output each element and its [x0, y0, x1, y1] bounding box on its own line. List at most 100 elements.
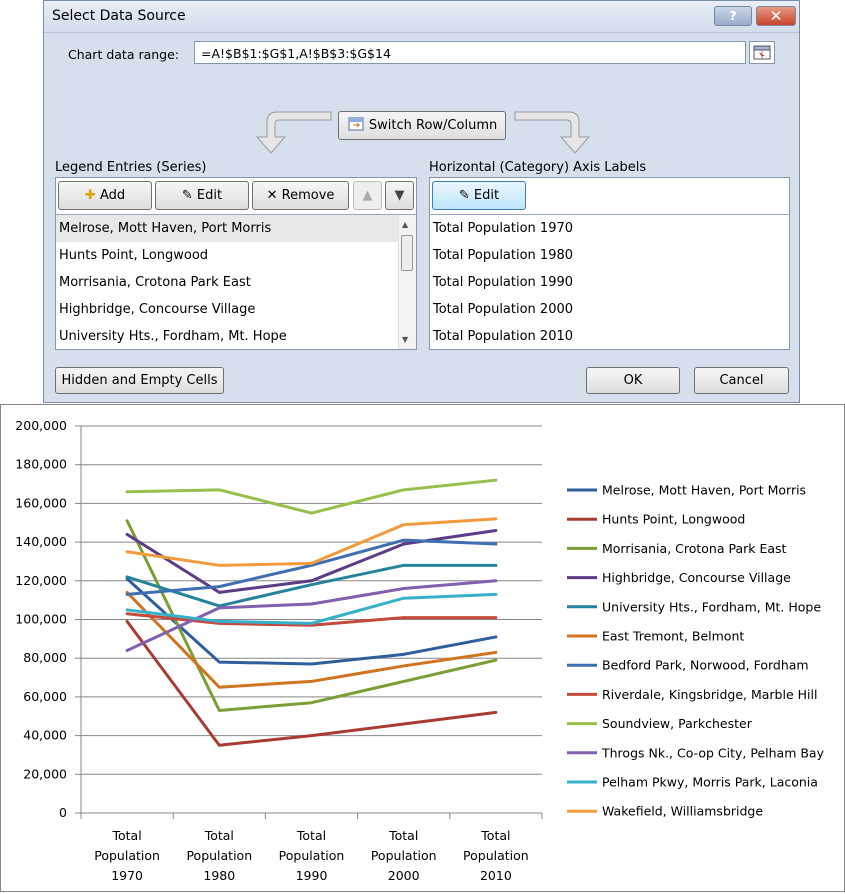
series-list-item[interactable]: Hunts Point, Longwood: [56, 242, 416, 269]
remove-series-button[interactable]: ✕ Remove: [252, 181, 349, 210]
legend-entry: University Hts., Fordham, Mt. Hope: [602, 599, 821, 614]
edit-series-label: Edit: [196, 188, 223, 203]
series-list-item[interactable]: Melrose, Mott Haven, Port Morris: [56, 215, 416, 242]
x-tick-label: 1970: [111, 868, 143, 883]
legend-entry: Hunts Point, Longwood: [602, 512, 745, 527]
move-down-button[interactable]: ▼: [385, 181, 414, 210]
cancel-button[interactable]: Cancel: [694, 367, 789, 394]
x-tick-label: Total: [111, 828, 141, 843]
series-list: Melrose, Mott Haven, Port Morris Hunts Po…: [56, 215, 416, 349]
x-tick-label: Total: [388, 828, 418, 843]
legend-entry: Bedford Park, Norwood, Fordham: [602, 658, 809, 673]
series-list-item[interactable]: Morrisania, Crotona Park East: [56, 269, 416, 296]
remove-icon: ✕: [266, 188, 278, 203]
legend-entries-label: Legend Entries (Series): [55, 160, 207, 175]
x-tick-label: Total: [480, 828, 510, 843]
legend-entry: Melrose, Mott Haven, Port Morris: [602, 483, 806, 498]
category-list: Total Population 1970 Total Population 19…: [430, 215, 789, 349]
chart-data-range-input[interactable]: =A!$B$1:$G$1,A!$B$3:$G$14: [194, 41, 746, 64]
chart-svg: 0 20,000 40,000 60,000 80,000 100,000 120,000 1…: [15, 418, 825, 883]
close-icon: ✕: [769, 7, 783, 25]
axis-toolbar: ✎ Edit: [430, 178, 789, 215]
x-tick-label: Total: [204, 828, 234, 843]
left-curved-arrow-icon: [255, 111, 332, 154]
legend-entry: Soundview, Parkchester: [602, 716, 753, 731]
y-tick-label: 200,000: [15, 418, 67, 433]
select-data-source-dialog: Select Data Source ? ✕ Chart data range:…: [43, 0, 800, 403]
edit-icon: ✎: [181, 188, 193, 203]
switch-row-column-label: Switch Row/Column: [368, 118, 498, 133]
add-series-button[interactable]: ✚ Add: [58, 181, 152, 210]
legend-entry: Pelham Pkwy, Morris Park, Laconia: [602, 775, 818, 790]
add-series-label: Add: [99, 188, 126, 203]
x-tick-label: 2010: [480, 868, 512, 883]
x-tick-label: Population: [279, 848, 345, 863]
edit-axis-labels-label: Edit: [473, 188, 500, 203]
hidden-empty-cells-button[interactable]: Hidden and Empty Cells: [55, 367, 224, 394]
range-select-icon: [753, 45, 771, 60]
dialog-title: Select Data Source: [52, 8, 186, 24]
y-tick-label: 180,000: [15, 457, 67, 472]
ok-button[interactable]: OK: [586, 367, 680, 394]
help-button[interactable]: ?: [714, 6, 752, 26]
scroll-down-icon[interactable]: ▼: [402, 335, 408, 344]
remove-series-label: Remove: [281, 188, 335, 203]
category-axis-labels-label: Horizontal (Category) Axis Labels: [429, 160, 647, 175]
hidden-empty-cells-label: Hidden and Empty Cells: [61, 373, 218, 388]
close-button[interactable]: ✕: [756, 6, 796, 26]
category-axis-panel: ✎ Edit Total Population 1970 Total Popula…: [429, 177, 790, 350]
series-line: [125, 528, 498, 594]
legend-entries-panel: ✚ Add ✎ Edit ✕ Remove ▲ ▼ Melrose, Mott …: [55, 177, 417, 350]
series-list-item[interactable]: University Hts., Fordham, Mt. Hope: [56, 323, 416, 350]
y-tick-label: 80,000: [23, 650, 67, 665]
legend-entry: Throgs Nk., Co-op City, Pelham Bay: [601, 745, 825, 760]
legend-entry: East Tremont, Belmont: [602, 629, 744, 644]
legend-entry: Wakefield, Williamsbridge: [602, 804, 763, 819]
x-tick-label: Total: [296, 828, 326, 843]
edit-series-button[interactable]: ✎ Edit: [155, 181, 249, 210]
scrollbar-thumb[interactable]: [401, 235, 413, 271]
series-scrollbar[interactable]: ▲ ▼: [398, 215, 416, 349]
category-list-item[interactable]: Total Population 1970: [430, 215, 789, 242]
x-tick-label: 1980: [203, 868, 235, 883]
right-curved-arrow-icon: [514, 111, 591, 154]
series-line: [125, 619, 498, 747]
y-tick-label: 40,000: [23, 728, 67, 743]
x-tick-label: 1990: [296, 868, 328, 883]
cancel-label: Cancel: [719, 373, 764, 388]
legend-toolbar: ✚ Add ✎ Edit ✕ Remove ▲ ▼: [56, 178, 416, 215]
category-list-item[interactable]: Total Population 1980: [430, 242, 789, 269]
switch-row-column-button[interactable]: Switch Row/Column: [338, 111, 506, 140]
switch-row-column-icon: [348, 117, 364, 131]
chart-data-range-label: Chart data range:: [68, 47, 180, 62]
y-tick-label: 160,000: [15, 495, 67, 510]
add-icon: ✚: [84, 188, 96, 203]
x-tick-label: Population: [186, 848, 252, 863]
series-line: [125, 478, 498, 515]
help-icon: ?: [729, 8, 737, 23]
ok-label: OK: [623, 373, 643, 388]
x-tick-label: Population: [371, 848, 437, 863]
move-up-button[interactable]: ▲: [353, 181, 382, 210]
category-list-item[interactable]: Total Population 2010: [430, 323, 789, 350]
category-list-item[interactable]: Total Population 2000: [430, 296, 789, 323]
y-tick-label: 60,000: [23, 689, 67, 704]
legend-entry: Riverdale, Kingsbridge, Marble Hill: [602, 687, 817, 702]
x-tick-label: Population: [94, 848, 160, 863]
y-tick-label: 0: [59, 805, 67, 820]
range-collapse-button[interactable]: [749, 41, 775, 64]
line-chart[interactable]: 0 20,000 40,000 60,000 80,000 100,000 120,000 1…: [0, 404, 845, 892]
y-tick-label: 140,000: [15, 534, 67, 549]
edit-axis-labels-button[interactable]: ✎ Edit: [432, 181, 526, 210]
x-tick-label: Population: [463, 848, 529, 863]
y-tick-label: 20,000: [23, 766, 67, 781]
category-list-item[interactable]: Total Population 1990: [430, 269, 789, 296]
scroll-up-icon[interactable]: ▲: [402, 220, 408, 229]
title-bar: Select Data Source ? ✕: [44, 1, 799, 33]
series-list-item[interactable]: Highbridge, Concourse Village: [56, 296, 416, 323]
edit-icon: ✎: [458, 188, 470, 203]
legend-entry: Highbridge, Concourse Village: [602, 570, 791, 585]
move-down-icon: ▼: [394, 188, 405, 203]
move-up-icon: ▲: [362, 188, 373, 203]
y-tick-label: 100,000: [15, 612, 67, 627]
